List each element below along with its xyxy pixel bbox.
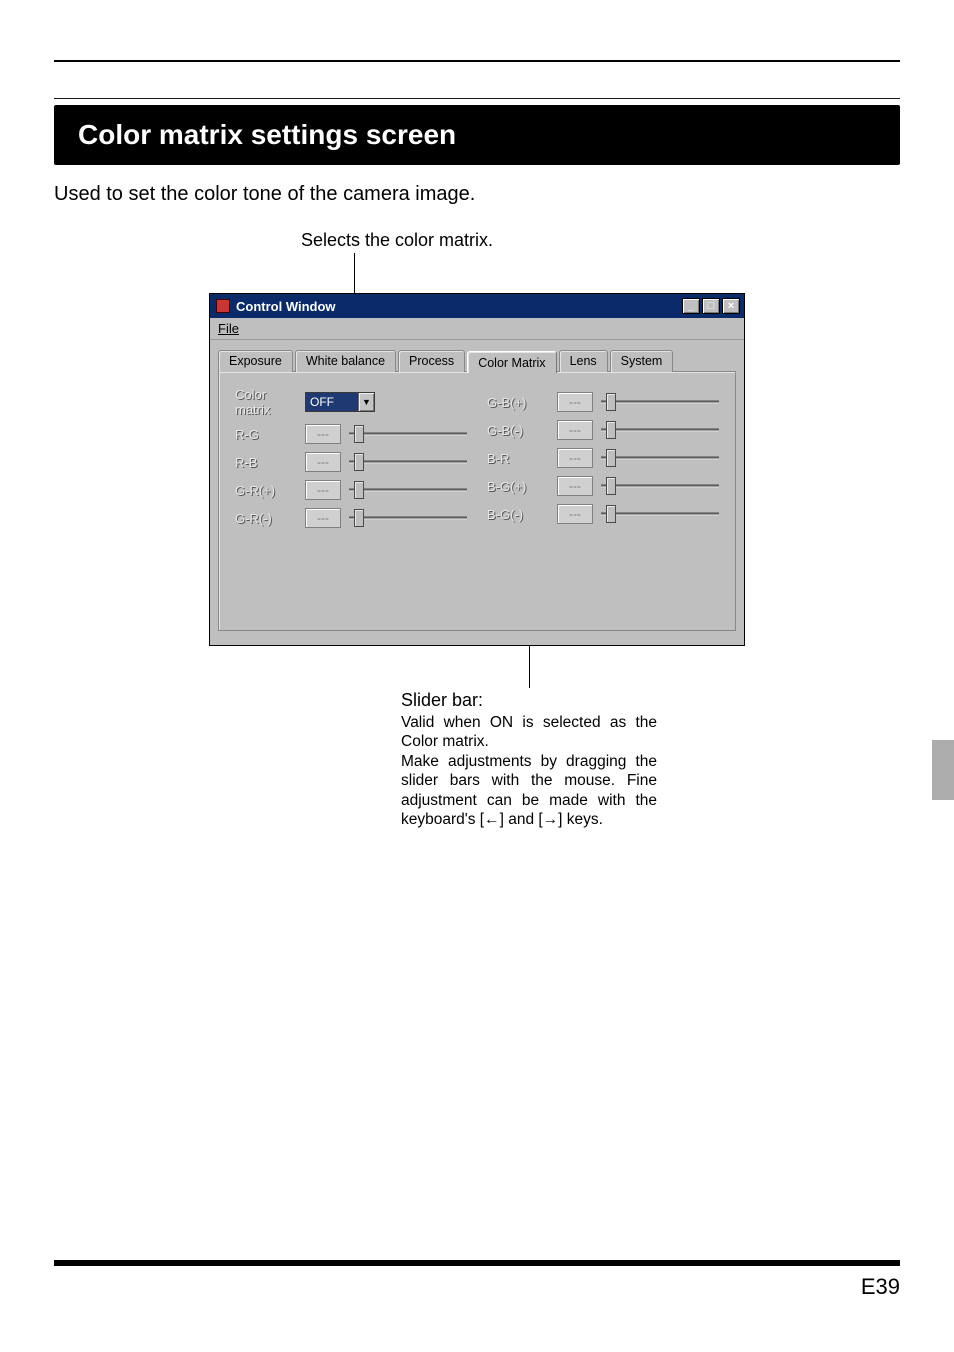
value-g-r-plus: --- xyxy=(305,480,341,500)
slider-explanation-heading: Slider bar: xyxy=(401,690,657,711)
window-title: Control Window xyxy=(236,299,336,314)
label-b-g-plus: B-G(+) xyxy=(487,479,557,494)
page-side-tab xyxy=(932,740,954,800)
slider-g-r-minus[interactable] xyxy=(349,508,467,528)
tab-color-matrix[interactable]: Color Matrix xyxy=(467,351,556,373)
leader-line-top xyxy=(354,253,355,293)
slider-r-g[interactable] xyxy=(349,424,467,444)
label-g-r-plus: G-R(+) xyxy=(235,483,305,498)
label-r-b: R-B xyxy=(235,455,305,470)
slider-explanation: Slider bar: Valid when ON is selected as… xyxy=(401,690,657,829)
value-r-b: --- xyxy=(305,452,341,472)
page-mid-rule xyxy=(54,98,900,99)
label-color-matrix: Color matrix xyxy=(235,387,305,417)
footer-rule xyxy=(54,1260,900,1266)
slider-g-b-minus[interactable] xyxy=(601,420,719,440)
label-r-g: R-G xyxy=(235,427,305,442)
menu-file[interactable]: File xyxy=(218,321,239,336)
value-b-g-plus: --- xyxy=(557,476,593,496)
close-button[interactable]: × xyxy=(722,298,740,314)
tab-strip: Exposure White balance Process Color Mat… xyxy=(218,350,736,372)
tab-lens[interactable]: Lens xyxy=(559,350,608,372)
leader-line-bottom xyxy=(529,646,530,688)
slider-g-b-plus[interactable] xyxy=(601,392,719,412)
slider-b-r[interactable] xyxy=(601,448,719,468)
page-number: E39 xyxy=(54,1274,900,1300)
label-g-b-plus: G-B(+) xyxy=(487,395,557,410)
section-title: Color matrix settings screen xyxy=(54,105,900,165)
label-b-g-minus: B-G(-) xyxy=(487,507,557,522)
value-b-r: --- xyxy=(557,448,593,468)
window-titlebar[interactable]: Control Window _ □ × xyxy=(210,294,744,318)
chevron-down-icon: ▼ xyxy=(358,393,374,411)
page-footer: E39 xyxy=(54,1260,900,1300)
value-g-b-plus: --- xyxy=(557,392,593,412)
tab-panel-color-matrix: Color matrix OFF ▼ R-G --- xyxy=(218,371,736,631)
menubar: File xyxy=(210,318,744,340)
tab-system[interactable]: System xyxy=(610,350,674,372)
tab-white-balance[interactable]: White balance xyxy=(295,350,396,372)
color-matrix-select-value: OFF xyxy=(306,393,358,411)
tab-exposure[interactable]: Exposure xyxy=(218,350,293,372)
value-g-r-minus: --- xyxy=(305,508,341,528)
caption-selects-color-matrix: Selects the color matrix. xyxy=(0,230,820,251)
page-top-rule xyxy=(54,60,900,62)
control-window: Control Window _ □ × File Exposure White… xyxy=(209,293,745,646)
tab-process[interactable]: Process xyxy=(398,350,465,372)
label-g-r-minus: G-R(-) xyxy=(235,511,305,526)
slider-explanation-body-1: Valid when ON is selected as the Color m… xyxy=(401,713,657,752)
slider-r-b[interactable] xyxy=(349,452,467,472)
label-g-b-minus: G-B(-) xyxy=(487,423,557,438)
slider-g-r-plus[interactable] xyxy=(349,480,467,500)
intro-text: Used to set the color tone of the camera… xyxy=(54,183,900,206)
slider-explanation-body-2: Make adjustments by dragging the slider … xyxy=(401,752,657,830)
app-icon xyxy=(216,299,230,313)
slider-b-g-minus[interactable] xyxy=(601,504,719,524)
maximize-button[interactable]: □ xyxy=(702,298,720,314)
value-b-g-minus: --- xyxy=(557,504,593,524)
minimize-button[interactable]: _ xyxy=(682,298,700,314)
slider-b-g-plus[interactable] xyxy=(601,476,719,496)
value-g-b-minus: --- xyxy=(557,420,593,440)
label-b-r: B-R xyxy=(487,451,557,466)
value-r-g: --- xyxy=(305,424,341,444)
color-matrix-select[interactable]: OFF ▼ xyxy=(305,392,375,412)
